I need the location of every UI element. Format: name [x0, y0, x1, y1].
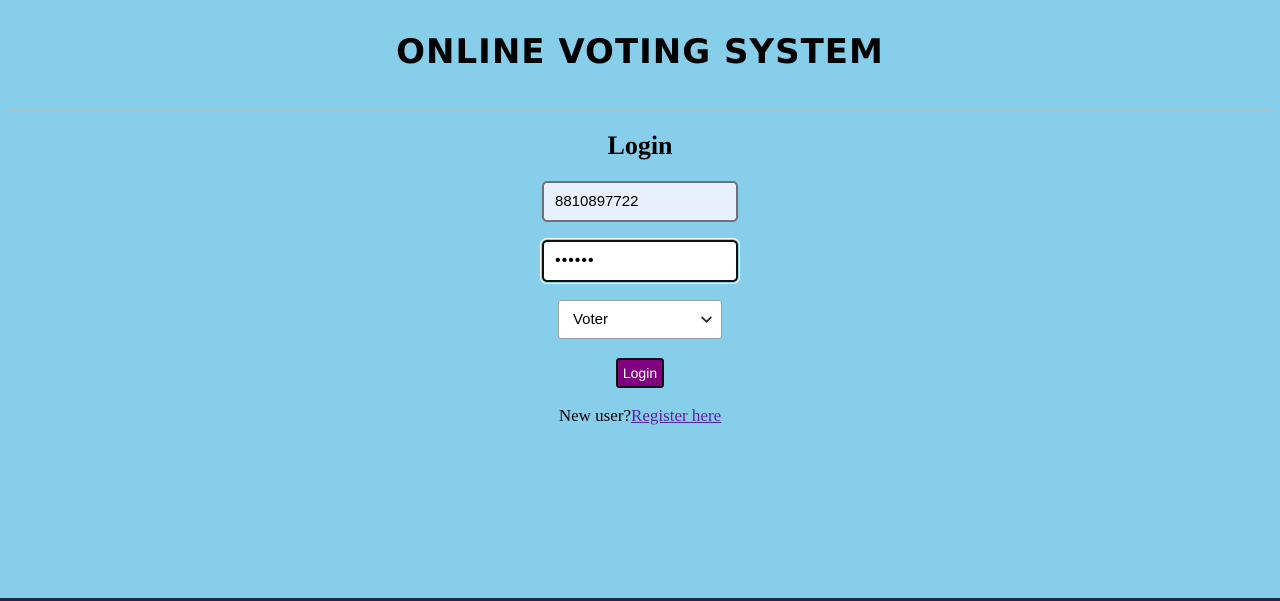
mobile-input-value: 8810897722: [555, 193, 639, 210]
login-button[interactable]: Login: [616, 358, 664, 388]
password-input[interactable]: ••••••: [540, 238, 740, 284]
site-title: ONLINE VOTING SYSTEM: [396, 32, 884, 72]
role-select[interactable]: Voter: [558, 300, 722, 339]
site-header: ONLINE VOTING SYSTEM: [0, 0, 1280, 110]
register-prompt-text: New user?: [558, 406, 632, 425]
login-heading: Login: [607, 131, 673, 160]
role-select-value: Voter: [573, 311, 609, 328]
chevron-down-icon: [701, 301, 712, 338]
register-link[interactable]: Register here: [631, 406, 721, 425]
password-input-value: ••••••: [555, 252, 595, 269]
mobile-input[interactable]: 8810897722: [542, 181, 738, 222]
register-prompt: New user?Register here: [0, 405, 1280, 427]
header-divider: [8, 110, 1272, 111]
